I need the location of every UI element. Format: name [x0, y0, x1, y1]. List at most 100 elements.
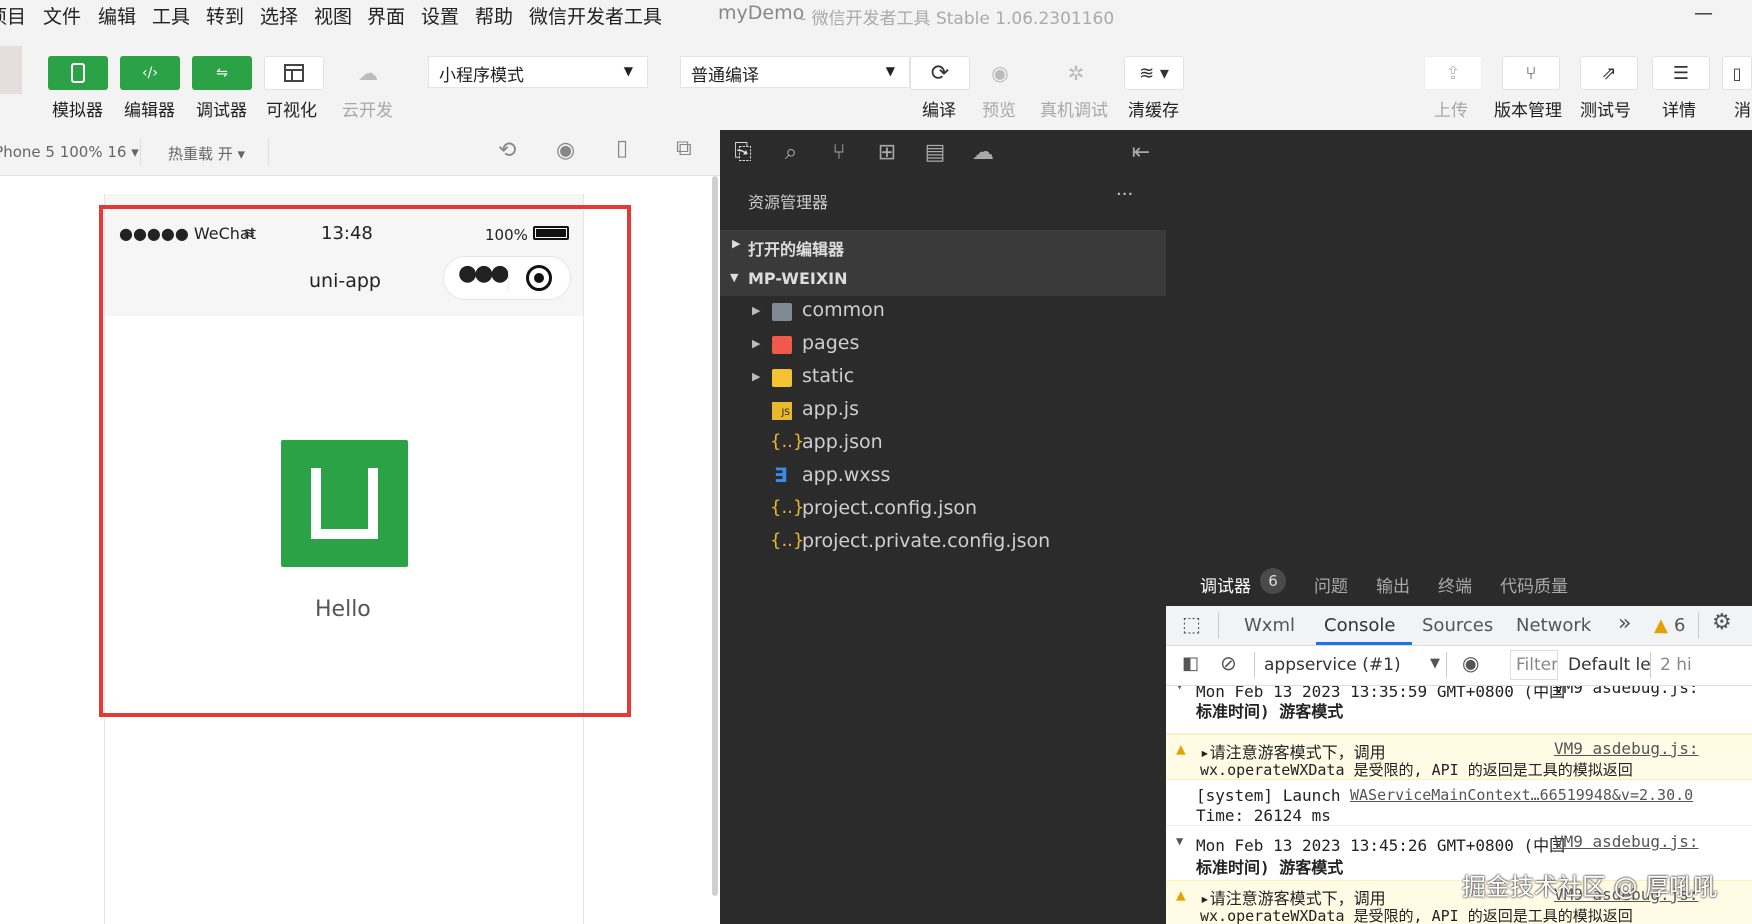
warning-icon: ▲	[1176, 739, 1186, 758]
capsule-menu[interactable]: ●●●	[443, 256, 571, 300]
debugger-button[interactable]: ⇋	[192, 56, 252, 90]
json-file-icon: {..}	[770, 431, 805, 452]
close-circle-icon[interactable]	[526, 265, 552, 291]
record-icon[interactable]: ◉	[556, 138, 575, 163]
editor-button[interactable]: ‹/›	[120, 56, 180, 90]
source-link[interactable]: WAServiceMainContext…66519948&v=2.30.0	[1350, 786, 1693, 804]
scrollbar[interactable]	[712, 176, 718, 896]
real-debug-label: 真机调试	[1040, 101, 1108, 121]
tree-item-project-config[interactable]: {..} project.config.json	[720, 494, 1166, 527]
tab-output[interactable]: 输出	[1376, 572, 1410, 597]
rotate-icon[interactable]: ⟲	[498, 138, 516, 163]
uniapp-logo	[281, 440, 408, 567]
test-button[interactable]: ⇗	[1580, 56, 1638, 90]
menu-help[interactable]: 帮助	[475, 2, 513, 29]
compile-select[interactable]: 普通编译 ▼	[680, 56, 910, 88]
debugger-badge: 6	[1260, 568, 1286, 594]
tab-network[interactable]: Network	[1516, 615, 1591, 636]
simulator-button[interactable]	[48, 56, 108, 90]
open-editors-section[interactable]: ▶ 打开的编辑器	[720, 230, 1166, 263]
more-dots-icon[interactable]: ●●●	[458, 261, 510, 286]
mode-select-value: 小程序模式	[439, 66, 524, 86]
activity-bar: ⎘ ⌕ ⑂ ⊞ ▤ ☁ ⇤	[720, 130, 1166, 176]
menu-view[interactable]: 视图	[314, 2, 352, 29]
explorer-more-button[interactable]: ···	[1116, 184, 1133, 205]
tab-terminal[interactable]: 终端	[1438, 572, 1472, 597]
docker-icon[interactable]: ☁	[970, 140, 996, 166]
visualize-button[interactable]	[264, 56, 324, 90]
tree-item-project-private-config[interactable]: {..} project.private.config.json	[720, 527, 1166, 560]
cloud-button[interactable]: ☁	[338, 56, 398, 90]
tab-debugger[interactable]: 调试器	[1200, 572, 1251, 597]
menu-goto[interactable]: 转到	[206, 2, 244, 29]
tab-problems[interactable]: 问题	[1314, 572, 1348, 597]
tree-item-app-wxss[interactable]: ∃ app.wxss	[720, 461, 1166, 494]
clear-cache-button[interactable]: ≋ ▾	[1124, 56, 1184, 90]
avatar[interactable]	[0, 46, 22, 94]
test-label: 测试号	[1580, 101, 1631, 121]
files-icon[interactable]: ⎘	[730, 140, 756, 166]
more-tabs-button[interactable]: »	[1618, 611, 1631, 636]
collapse-icon[interactable]: ⇤	[1128, 140, 1154, 166]
devtools-tab-bar: 调试器 6 问题 输出 终端 代码质量	[1166, 558, 1752, 606]
tab-console[interactable]: Console	[1324, 615, 1395, 636]
signal-status: ●●●●● WeChat	[119, 224, 257, 243]
mode-select[interactable]: 小程序模式 ▼	[428, 56, 648, 88]
source-link[interactable]: VM9 asdebug.js:	[1554, 832, 1699, 851]
git-icon[interactable]: ⑂	[826, 140, 852, 166]
hot-reload-select[interactable]: 热重载 开 ▾	[168, 143, 245, 164]
details-button[interactable]: ☰	[1652, 56, 1710, 90]
warning-count: 6	[1674, 615, 1686, 636]
clear-console-icon[interactable]: ⊘	[1220, 651, 1237, 675]
upload-button[interactable]: ⇪	[1424, 56, 1482, 90]
tree-item-app-json[interactable]: {..} app.json	[720, 428, 1166, 461]
popout-icon[interactable]: ⧉	[676, 136, 692, 161]
source-link[interactable]: VM9 asdebug.js:	[1554, 686, 1699, 697]
gear-icon[interactable]: ⚙	[1712, 610, 1732, 635]
menu-wechat-devtools[interactable]: 微信开发者工具	[529, 2, 662, 29]
real-debug-button[interactable]: ✲	[1046, 56, 1106, 90]
menu-edit[interactable]: 编辑	[98, 2, 136, 29]
menu-tools[interactable]: 工具	[152, 2, 190, 29]
version-button[interactable]: ⑂	[1502, 56, 1560, 90]
filter-input[interactable]: Filter	[1510, 650, 1558, 680]
app-subtitle: - 微信开发者工具 Stable 1.06.2301160	[800, 9, 1115, 29]
levels-select[interactable]: Default le	[1568, 655, 1651, 675]
menu-settings[interactable]: 设置	[421, 2, 459, 29]
menu-project[interactable]: 项目	[0, 2, 26, 29]
minimize-button[interactable]: —	[1694, 2, 1713, 24]
tab-quality[interactable]: 代码质量	[1500, 572, 1568, 597]
source-link[interactable]: VM9 asdebug.js:	[1554, 739, 1699, 758]
tree-item-static[interactable]: ▶ static	[720, 362, 1166, 395]
save-icon[interactable]: ▤	[922, 140, 948, 166]
tree-item-pages[interactable]: ▶ pages	[720, 329, 1166, 362]
context-select[interactable]: appservice (#1)	[1264, 655, 1401, 675]
phone-header: ●●●●● WeChat ≋ 13:48 100% uni-app ●●●	[105, 194, 583, 316]
menu-interface[interactable]: 界面	[367, 2, 405, 29]
preview-button[interactable]: ◉	[970, 56, 1030, 90]
wifi-icon: ≋	[243, 224, 256, 242]
tab-wxml[interactable]: Wxml	[1244, 615, 1295, 636]
folder-icon	[772, 303, 792, 321]
eye-icon[interactable]: ◉	[1462, 651, 1479, 675]
device-select[interactable]: iPhone 5 100% 16 ▾	[0, 143, 139, 161]
version-label: 版本管理	[1494, 101, 1562, 121]
search-icon[interactable]: ⌕	[778, 140, 804, 166]
project-section[interactable]: ▼ MP-WEIXIN	[720, 263, 1166, 296]
compile-label: 编译	[922, 101, 956, 121]
compile-button[interactable]: ⟳	[910, 56, 970, 90]
extensions-icon[interactable]: ⊞	[874, 140, 900, 166]
menu-select[interactable]: 选择	[260, 2, 298, 29]
tree-item-app-js[interactable]: JS app.js	[720, 395, 1166, 428]
messages-button[interactable]: ▯	[1722, 56, 1752, 90]
toolbar: 模拟器 ‹/› 编辑器 ⇋ 调试器 可视化 ☁ 云开发 小程序模式 ▼ 普通编译…	[0, 30, 1752, 130]
tree-item-common[interactable]: ▶ common	[720, 296, 1166, 329]
sidebar-toggle-icon[interactable]: ◧	[1182, 653, 1199, 674]
tab-sources[interactable]: Sources	[1422, 615, 1493, 636]
explorer-panel: ⎘ ⌕ ⑂ ⊞ ▤ ☁ ⇤ 资源管理器 ··· ▶ 打开的编辑器 ▼ MP-WE…	[720, 130, 1166, 924]
inspect-icon[interactable]: ⬚	[1182, 612, 1201, 636]
devtools-panel-tabs: ⬚ Wxml Console Sources Network » ▲ 6 ⚙	[1166, 606, 1752, 646]
menu-file[interactable]: 文件	[43, 2, 81, 29]
app-title: myDemo	[718, 2, 805, 24]
device-icon[interactable]: ▯	[616, 136, 628, 161]
